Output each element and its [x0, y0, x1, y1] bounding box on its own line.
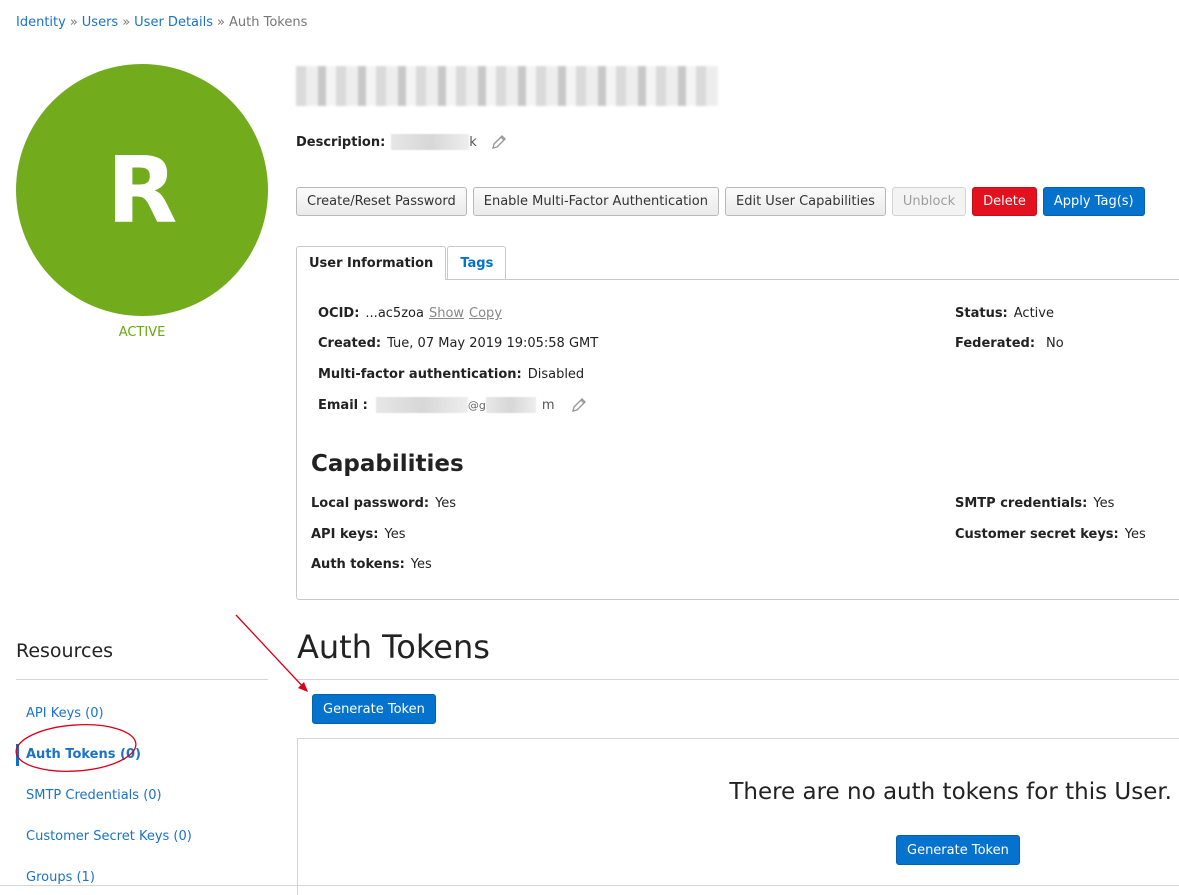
breadcrumb-separator: » — [122, 15, 131, 30]
avatar-letter: R — [106, 136, 178, 244]
email-label: Email : — [318, 397, 368, 413]
status-label: Status: — [955, 306, 1008, 321]
create-reset-password-button[interactable]: Create/Reset Password — [296, 187, 467, 216]
resources-divider — [16, 679, 268, 680]
description-redacted — [391, 134, 470, 150]
resources-heading: Resources — [16, 640, 114, 662]
status-value: Active — [1013, 306, 1054, 321]
ocid-row: OCID: ...ac5zoa Show Copy — [318, 306, 502, 321]
breadcrumb: Identity» Users» User Details» Auth Tokens — [16, 15, 307, 30]
smtp-row: SMTP credentials: Yes — [955, 496, 1114, 511]
edit-user-capabilities-button[interactable]: Edit User Capabilities — [725, 187, 886, 216]
email-visible-tail: m — [541, 397, 555, 413]
user-actions-toolbar: Create/Reset Password Enable Multi-Facto… — [296, 187, 1145, 216]
resource-customer-secret-keys[interactable]: Customer Secret Keys (0) — [16, 826, 268, 848]
user-details-tabs: User Information Tags — [296, 246, 507, 280]
local-password-value: Yes — [435, 496, 457, 511]
breadcrumb-separator: » — [69, 15, 78, 30]
unblock-button[interactable]: Unblock — [891, 187, 967, 216]
auth-tokens-cap-row: Auth tokens: Yes — [311, 557, 432, 572]
customer-secret-value: Yes — [1124, 527, 1146, 542]
created-row: Created: Tue, 07 May 2019 19:05:58 GMT — [318, 336, 598, 351]
breadcrumb-separator: » — [217, 15, 225, 30]
breadcrumb-user-details[interactable]: User Details — [134, 15, 213, 30]
federated-row: Federated: No — [955, 336, 1064, 351]
federated-label: Federated: — [955, 336, 1036, 351]
api-keys-label: API keys: — [311, 527, 379, 542]
customer-secret-label: Customer secret keys: — [955, 527, 1119, 542]
avatar: R — [16, 64, 268, 316]
email-visible-part: @g — [467, 398, 486, 412]
auth-tokens-cap-value: Yes — [410, 557, 432, 572]
breadcrumb-users[interactable]: Users — [82, 15, 118, 30]
email-row: Email : @g m — [318, 397, 587, 413]
resource-smtp-credentials[interactable]: SMTP Credentials (0) — [16, 785, 268, 807]
toolbar-top-divider — [297, 679, 1179, 680]
content-left-border — [297, 738, 298, 895]
breadcrumb-current: Auth Tokens — [228, 15, 308, 30]
email-redacted-user — [375, 397, 468, 413]
api-keys-value: Yes — [384, 527, 406, 542]
federated-value: No — [1046, 336, 1064, 351]
description-tail: k — [469, 134, 477, 150]
edit-email-pencil-icon[interactable] — [571, 397, 587, 413]
apply-tags-button[interactable]: Apply Tag(s) — [1042, 187, 1145, 216]
smtp-label: SMTP credentials: — [955, 496, 1088, 511]
local-password-label: Local password: — [311, 496, 430, 511]
capabilities-heading: Capabilities — [311, 451, 464, 477]
edit-description-pencil-icon[interactable] — [491, 134, 507, 150]
created-label: Created: — [318, 336, 382, 351]
generate-token-button[interactable]: Generate Token — [312, 694, 436, 724]
user-information-panel — [296, 279, 1179, 600]
breadcrumb-identity[interactable]: Identity — [16, 15, 66, 30]
username-redacted — [296, 66, 718, 106]
empty-state-message: There are no auth tokens for this User. — [729, 779, 1172, 805]
ocid-value: ...ac5zoa — [365, 306, 424, 321]
created-value: Tue, 07 May 2019 19:05:58 GMT — [387, 336, 599, 351]
mfa-row: Multi-factor authentication: Disabled — [318, 367, 584, 382]
smtp-value: Yes — [1093, 496, 1115, 511]
email-redacted-domain — [485, 397, 536, 413]
toolbar-bottom-divider — [297, 738, 1179, 739]
mfa-value: Disabled — [527, 367, 585, 382]
empty-state-generate-token-button[interactable]: Generate Token — [896, 835, 1020, 865]
local-password-row: Local password: Yes — [311, 496, 456, 511]
api-keys-row: API keys: Yes — [311, 527, 405, 542]
page-bottom-border — [0, 885, 1179, 886]
ocid-show-link[interactable]: Show — [429, 306, 464, 321]
ocid-label: OCID: — [318, 306, 360, 321]
tab-user-information[interactable]: User Information — [296, 246, 447, 280]
description-label: Description: — [296, 134, 386, 150]
resource-api-keys[interactable]: API Keys (0) — [16, 703, 268, 725]
delete-button[interactable]: Delete — [972, 187, 1037, 216]
ocid-copy-link[interactable]: Copy — [469, 306, 502, 321]
tab-tags[interactable]: Tags — [447, 246, 507, 279]
description-row: Description: k — [296, 134, 507, 150]
user-status-label: ACTIVE — [118, 325, 166, 340]
enable-mfa-button[interactable]: Enable Multi-Factor Authentication — [472, 187, 719, 216]
resource-auth-tokens[interactable]: Auth Tokens (0) — [16, 744, 268, 766]
customer-secret-row: Customer secret keys: Yes — [955, 527, 1146, 542]
auth-tokens-heading: Auth Tokens — [297, 628, 490, 666]
mfa-label: Multi-factor authentication: — [318, 367, 522, 382]
status-row: Status: Active — [955, 306, 1054, 321]
auth-tokens-cap-label: Auth tokens: — [311, 557, 405, 572]
